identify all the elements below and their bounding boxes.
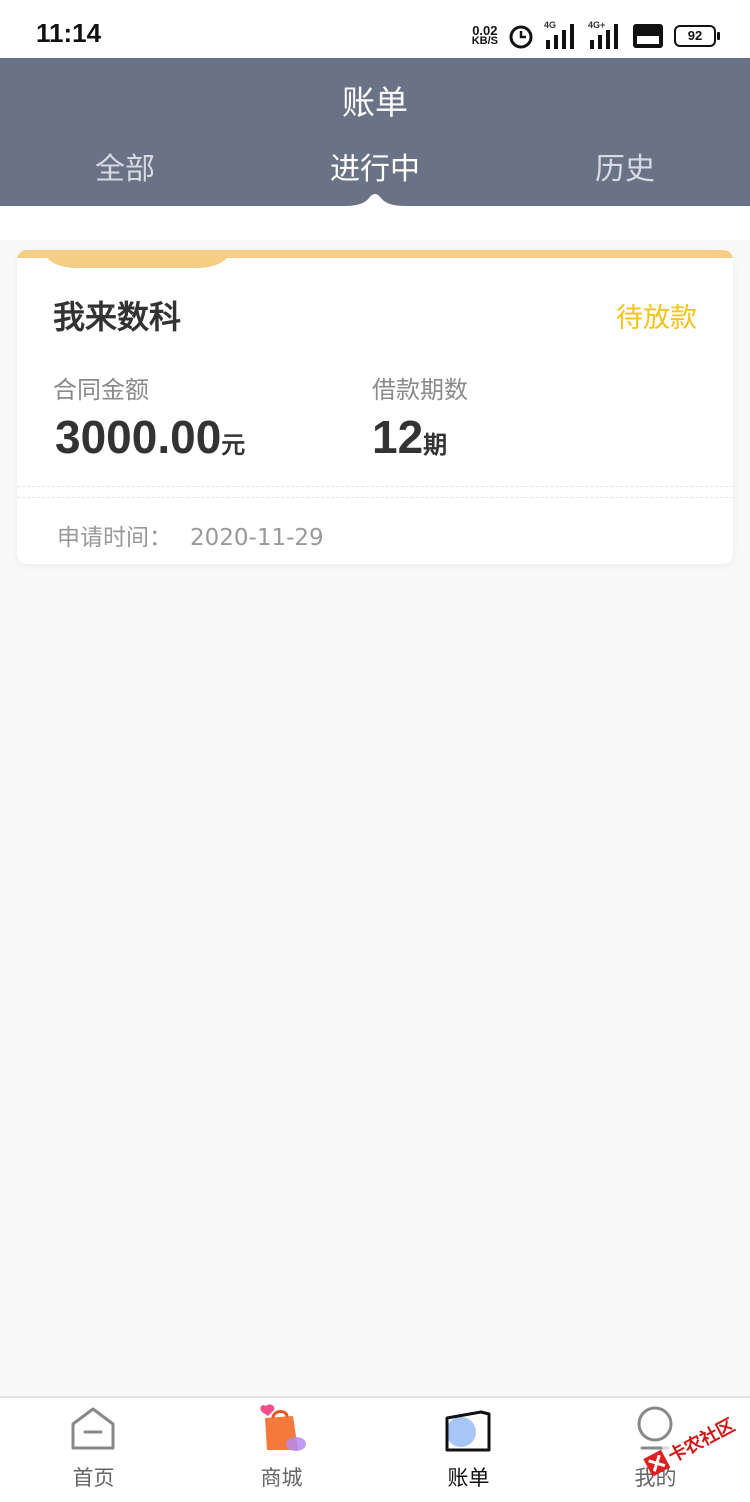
card-top-accent (17, 250, 733, 268)
tab-in-progress[interactable]: 进行中 (275, 144, 475, 188)
loan-periods: 12期 (372, 410, 447, 464)
tab-all[interactable]: 全部 (25, 144, 225, 188)
loan-card[interactable]: 我来数科 待放款 合同金额 借款期数 3000.00元 12期 申请时间： 202… (17, 250, 733, 564)
apply-time: 申请时间： 2020-11-29 (57, 518, 324, 552)
card-divider (17, 486, 733, 498)
hd-icon (633, 24, 663, 48)
status-time: 11:14 (36, 18, 102, 48)
alarm-icon (509, 25, 533, 49)
contract-amount-unit: 元 (221, 431, 246, 459)
loan-periods-value: 12 (372, 411, 424, 463)
bottom-tab-home[interactable]: 首页 (0, 1398, 187, 1502)
bottom-tab-mall[interactable]: 商城 (188, 1398, 375, 1502)
signal-1: 4G (544, 20, 578, 50)
bottom-tab-label: 账单 (447, 1466, 490, 1490)
loan-periods-label: 借款期数 (372, 376, 468, 404)
bottom-tab-label: 商城 (260, 1466, 303, 1490)
apply-time-label: 申请时间： (57, 525, 172, 551)
apply-time-value: 2020-11-29 (190, 525, 324, 551)
signal-bars-icon (590, 24, 618, 49)
bottom-tab-label: 首页 (72, 1466, 115, 1490)
signal-bars-icon (546, 24, 574, 49)
battery-indicator: 92 (674, 25, 720, 47)
status-bar: 11:14 0.02 KB/S 4G 4G+ 92 (0, 0, 750, 58)
home-icon (71, 1407, 115, 1450)
signal-2: 4G+ (588, 20, 622, 50)
watermark-logo: 卡农社区 (643, 1412, 739, 1477)
loan-status: 待放款 (616, 303, 697, 334)
bottom-tab-bill[interactable]: 账单 (375, 1398, 562, 1502)
contract-amount-value: 3000.00 (55, 411, 222, 463)
page-header: 账单 全部 进行中 历史 (0, 58, 750, 206)
active-tab-indicator (345, 194, 405, 206)
network-speed: 0.02 KB/S (471, 23, 498, 47)
status-icons: 0.02 KB/S 4G 4G+ 92 (471, 20, 720, 52)
shopping-bag-icon (260, 1404, 306, 1451)
contract-amount: 3000.00元 (55, 410, 245, 464)
header-spacer (0, 206, 750, 240)
bill-icon (445, 1410, 491, 1452)
lender-name: 我来数科 (53, 298, 182, 336)
loan-periods-unit: 期 (423, 431, 448, 459)
tab-history[interactable]: 历史 (525, 144, 725, 188)
page-title: 账单 (342, 83, 408, 122)
contract-amount-label: 合同金额 (53, 376, 149, 404)
